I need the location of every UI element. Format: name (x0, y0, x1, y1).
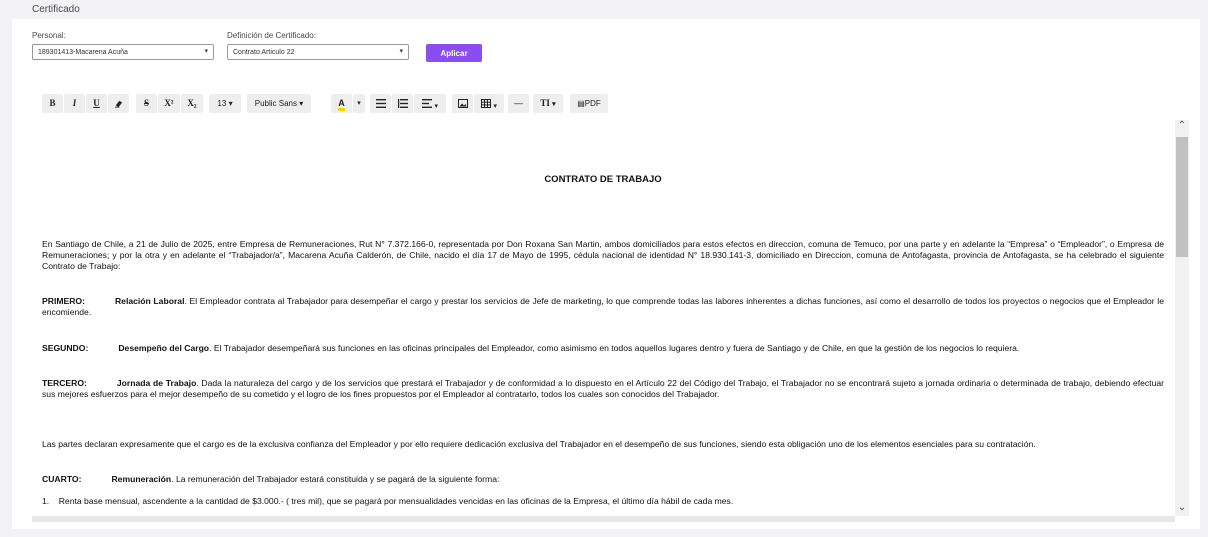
text-color-dropdown[interactable]: ▾ (353, 94, 365, 113)
insert-image-button[interactable] (452, 94, 473, 113)
segundo-label: SEGUNDO: (42, 343, 89, 353)
subscript-button[interactable]: X₂ (181, 94, 203, 113)
remuneracion-item-1: 1. Renta base mensual, ascendente a la c… (42, 496, 734, 506)
align-select[interactable]: ▾ (414, 94, 446, 113)
pdf-label: PDF (584, 99, 601, 108)
chevron-down-icon: ▾ (299, 99, 304, 108)
primero-heading: Relación Laboral (114, 296, 185, 306)
chevron-down-icon[interactable]: ⌄ (1176, 502, 1188, 513)
section-title: Certificado (32, 4, 80, 15)
pdf-button[interactable]: ▤PDF (570, 94, 608, 113)
numbered-list-icon (397, 99, 408, 108)
text-style-select[interactable]: TI ▾ (533, 94, 563, 113)
ordered-list-button[interactable] (392, 94, 413, 113)
segundo-paragraph: SEGUNDO: Desempeño del Cargo. El Trabajad… (42, 343, 1164, 354)
horizontal-rule-button[interactable]: — (508, 94, 529, 113)
personal-select-value: 189301413-Macarena Acuña (38, 49, 128, 56)
chevron-down-icon: ▾ (552, 100, 556, 108)
font-family-value: Public Sans (254, 99, 297, 108)
intro-paragraph: En Santiago de Chile, a 21 de Julio de 2… (42, 239, 1164, 271)
tercero-text: . Dada la naturaleza del cargo y de los … (42, 378, 1164, 399)
eraser-button[interactable] (108, 94, 129, 113)
cuarto-label: CUARTO: (42, 474, 82, 484)
chevron-up-icon[interactable]: ⌃ (1176, 120, 1188, 131)
strikethrough-button[interactable]: S (136, 94, 157, 113)
tercero-heading: Jornada de Trabajo (116, 378, 197, 388)
primero-paragraph: PRIMERO: Relación Laboral. El Empleador c… (42, 296, 1164, 318)
table-icon (480, 99, 491, 108)
chevron-down-icon: ▾ (357, 100, 361, 107)
align-icon (421, 99, 432, 108)
cuarto-heading: Remuneración (111, 474, 172, 484)
font-family-select[interactable]: Public Sans ▾ (247, 94, 311, 113)
cuarto-text: . La remuneración del Trabajador estará … (171, 474, 500, 484)
partes-paragraph: Las partes declaran expresamente que el … (42, 439, 1036, 449)
insert-table-button[interactable]: ▾ (474, 94, 504, 113)
tercero-label: TERCERO: (42, 378, 87, 388)
editor-content[interactable]: CONTRATO DE TRABAJO En Santiago de Chile… (32, 120, 1194, 516)
apply-button[interactable]: Aplicar (426, 44, 482, 62)
chevron-down-icon: ▾ (399, 48, 403, 55)
chevron-down-icon: ▾ (228, 99, 233, 108)
unordered-list-button[interactable] (370, 94, 391, 113)
personal-select[interactable]: 189301413-Macarena Acuña ▾ (32, 44, 214, 60)
document-title: CONTRATO DE TRABAJO (544, 174, 662, 185)
chevron-down-icon: ▾ (434, 103, 439, 110)
scrollbar-thumb[interactable] (1176, 137, 1188, 257)
bold-button[interactable]: B (42, 94, 63, 113)
segundo-heading: Desempeño del Cargo (118, 343, 210, 353)
personal-label: Personal: (32, 31, 66, 40)
primero-text: . El Empleador contrata al Trabajador pa… (42, 296, 1164, 317)
primero-label: PRIMERO: (42, 296, 85, 306)
text-color-icon: A (338, 99, 345, 111)
definicion-label: Definición de Certificado: (227, 31, 316, 40)
chevron-down-icon: ▾ (204, 48, 208, 55)
definicion-select[interactable]: Contrato Articulo 22 ▾ (227, 44, 409, 60)
underline-button[interactable]: U (86, 94, 107, 113)
segundo-text: . El Trabajador desempeñará sus funcione… (209, 343, 1020, 353)
horizontal-scrollbar[interactable] (32, 516, 1175, 522)
bullet-list-icon (375, 99, 386, 108)
pdf-file-icon: ▤ (577, 99, 585, 108)
italic-button[interactable]: I (64, 94, 85, 113)
cuarto-paragraph: CUARTO: Remuneración. La remuneración del… (42, 474, 1164, 485)
chevron-down-icon: ▾ (493, 103, 498, 110)
font-size-value: 13 (217, 99, 227, 108)
text-style-label: TI (540, 98, 550, 108)
certificate-card: Personal: 189301413-Macarena Acuña ▾ Def… (12, 19, 1200, 529)
definicion-select-value: Contrato Articulo 22 (233, 49, 295, 56)
image-icon (457, 99, 468, 108)
superscript-button[interactable]: X² (158, 94, 180, 113)
tercero-paragraph: TERCERO: Jornada de Trabajo. Dada la natu… (42, 378, 1164, 400)
font-size-select[interactable]: 13 ▾ (209, 94, 241, 113)
text-color-button[interactable]: A (331, 94, 352, 113)
eraser-icon (114, 100, 123, 108)
